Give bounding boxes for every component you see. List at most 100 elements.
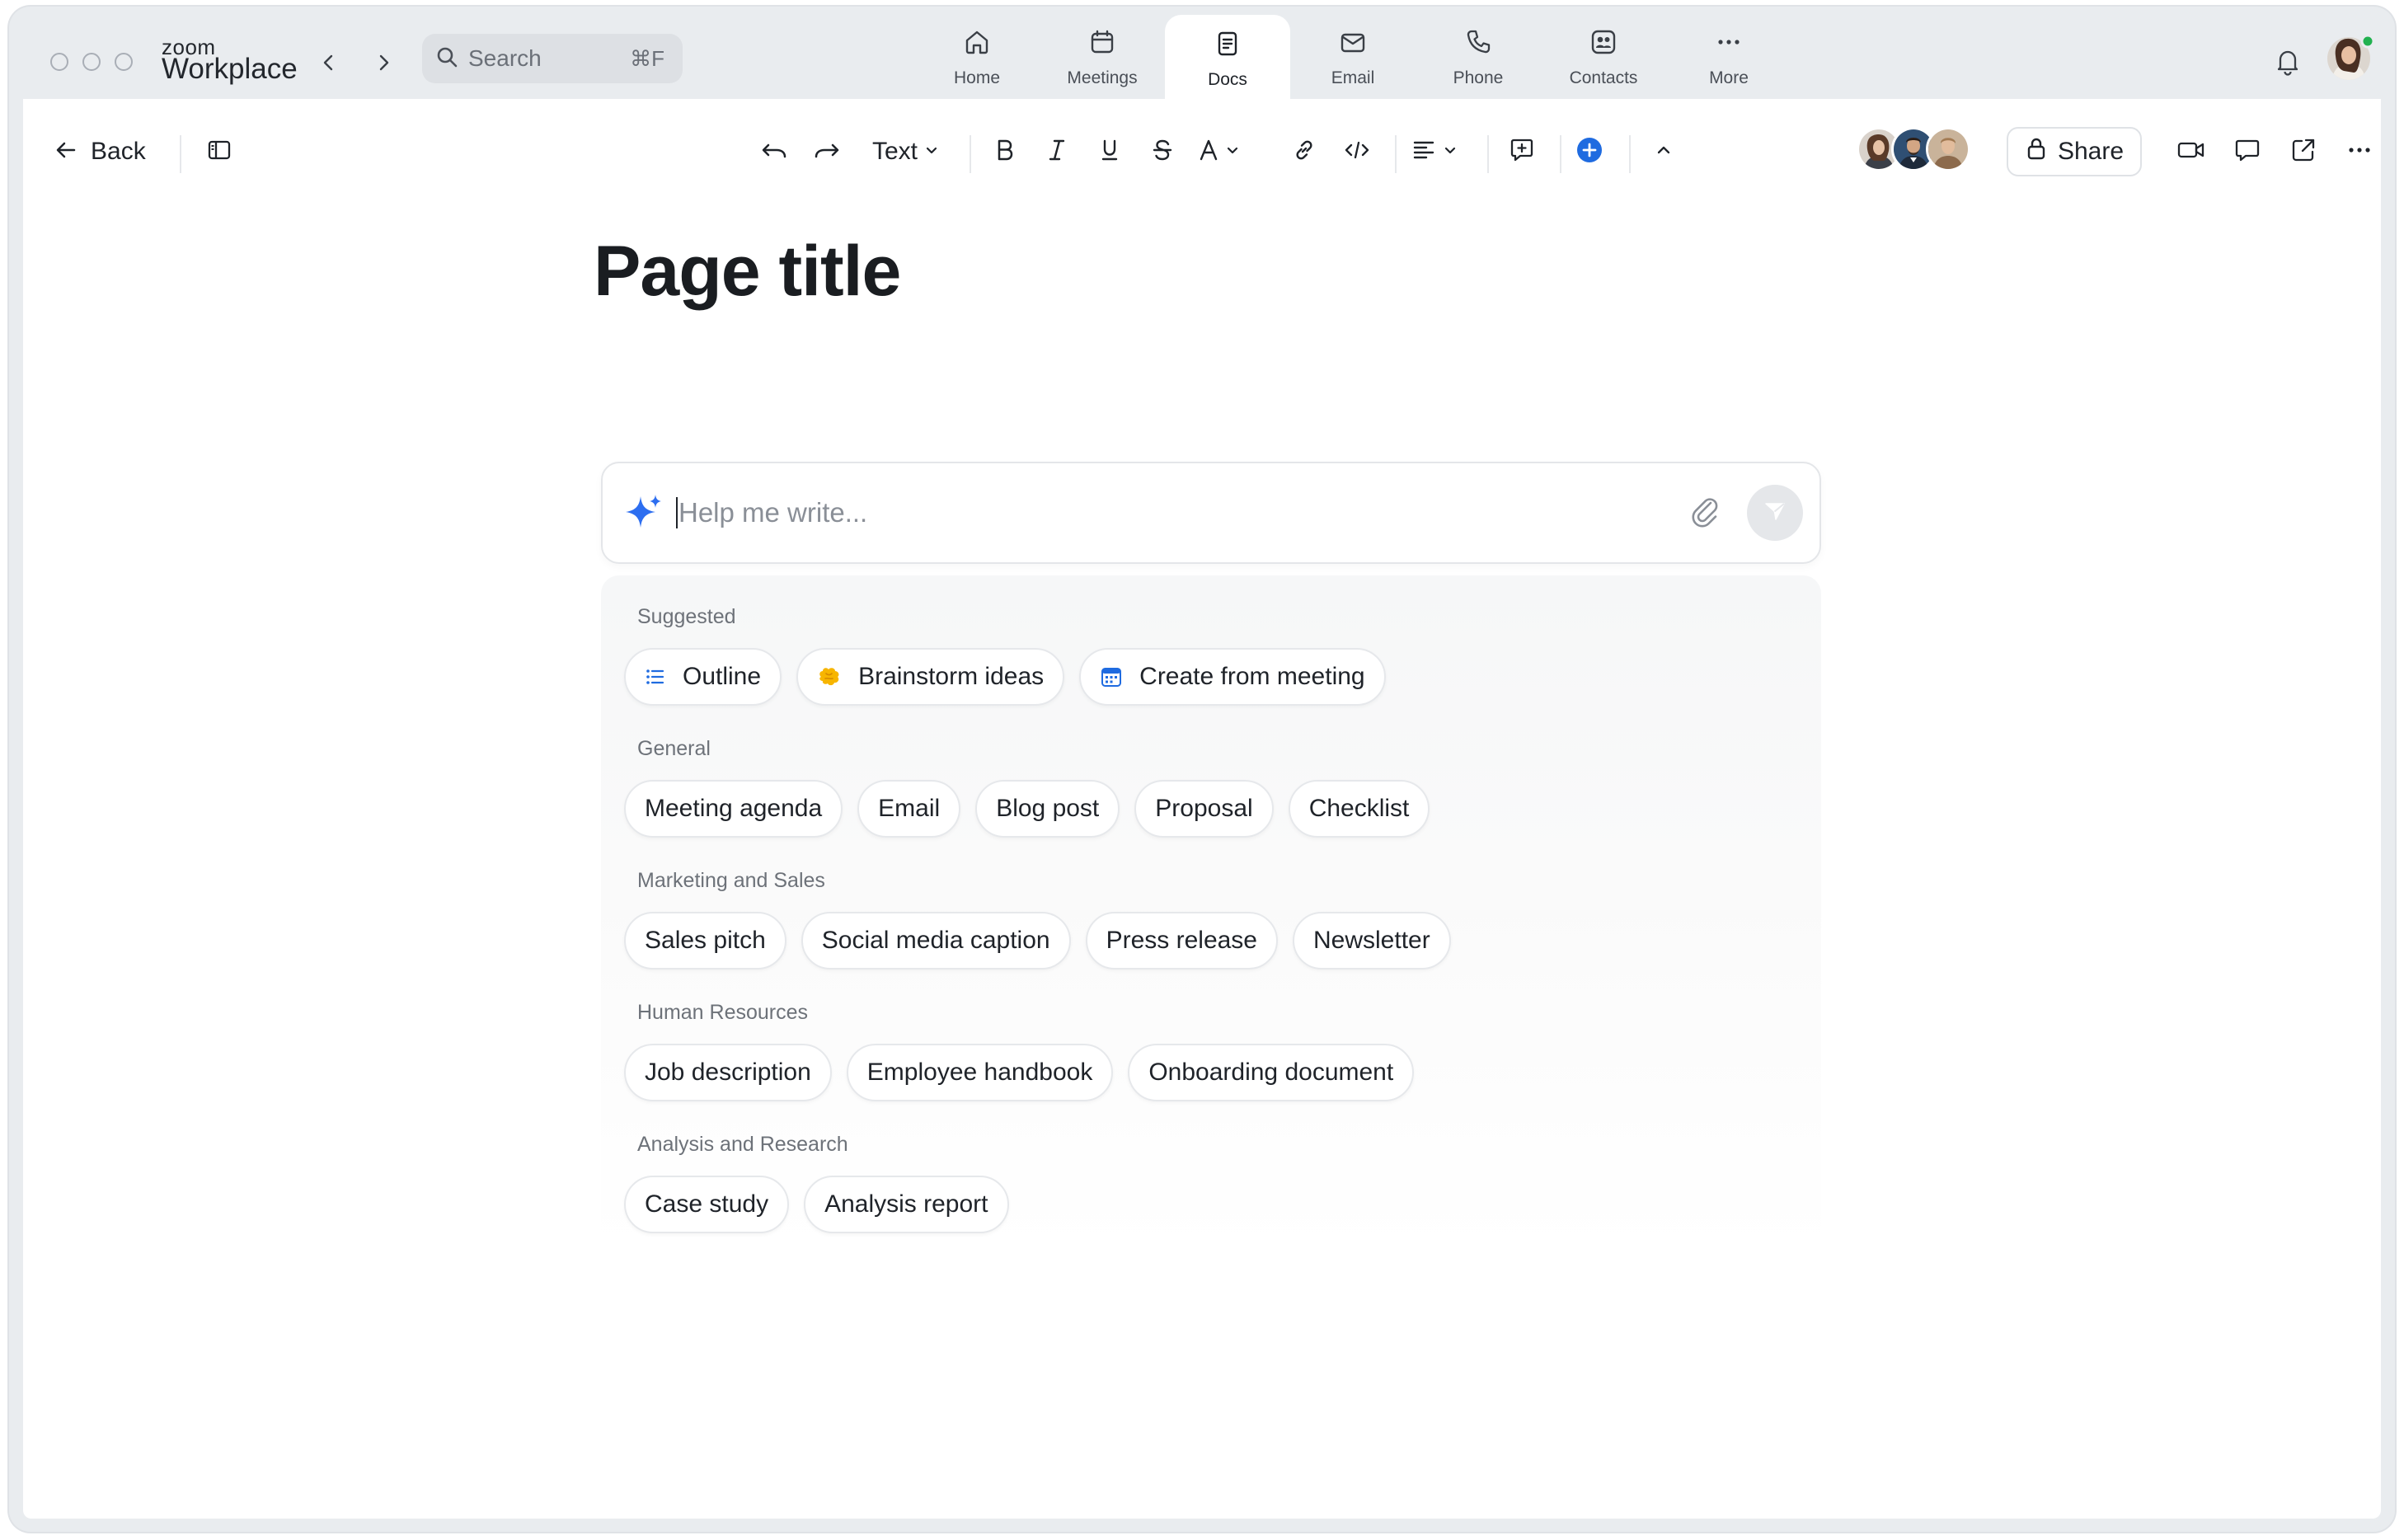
chip-newsletter[interactable]: Newsletter	[1293, 912, 1451, 970]
redo-button[interactable]	[805, 129, 849, 175]
window-close-button[interactable]	[50, 53, 68, 71]
tab-contacts[interactable]: Contacts	[1541, 13, 1666, 99]
chip-label: Checklist	[1308, 795, 1410, 822]
undo-button[interactable]	[752, 129, 796, 175]
chip-label: Meeting agenda	[645, 795, 823, 822]
chip-social-media-caption[interactable]: Social media caption	[801, 912, 1071, 970]
italic-icon	[1045, 138, 1068, 167]
back-button[interactable]: Back	[54, 129, 146, 175]
video-meeting-button[interactable]	[2170, 129, 2213, 175]
chip-label: Newsletter	[1313, 927, 1430, 954]
tab-phone[interactable]: Phone	[1416, 13, 1541, 99]
section-label-general: General	[637, 737, 711, 760]
font-color-icon	[1197, 138, 1220, 167]
bold-button[interactable]	[984, 129, 1024, 175]
tab-home[interactable]: Home	[914, 13, 1040, 99]
chip-label: Employee handbook	[866, 1059, 1093, 1086]
page-title[interactable]: Page title	[594, 231, 901, 312]
notifications-bell-icon[interactable]	[2270, 43, 2306, 79]
toolbar-divider	[180, 135, 181, 173]
toggle-sidebar-button[interactable]	[196, 129, 242, 175]
tab-meetings-label: Meetings	[1067, 68, 1138, 87]
search-icon	[435, 45, 458, 73]
add-comment-button[interactable]	[1500, 129, 1543, 175]
chip-checklist[interactable]: Checklist	[1288, 780, 1430, 838]
share-button[interactable]: Share	[2007, 127, 2142, 176]
chevron-up-icon	[1655, 141, 1673, 163]
chevron-down-icon	[1443, 143, 1458, 162]
chip-blog-post[interactable]: Blog post	[975, 780, 1120, 838]
ai-prompt-input[interactable]	[678, 495, 1651, 531]
chip-employee-handbook[interactable]: Employee handbook	[846, 1044, 1114, 1101]
chip-analysis-report[interactable]: Analysis report	[804, 1176, 1009, 1233]
chips-general: Meeting agenda Email Blog post Proposal …	[624, 780, 1430, 838]
insert-block-button[interactable]	[1568, 129, 1611, 175]
tab-home-label: Home	[953, 68, 1001, 87]
chip-label: Proposal	[1155, 795, 1253, 822]
tab-phone-label: Phone	[1453, 68, 1504, 87]
strikethrough-button[interactable]	[1143, 129, 1182, 175]
chip-label: Onboarding document	[1148, 1059, 1394, 1086]
tab-email[interactable]: Email	[1290, 13, 1416, 99]
chip-meeting-agenda[interactable]: Meeting agenda	[624, 780, 843, 838]
search-shortcut: ⌘F	[630, 45, 664, 71]
toolbar-divider	[1395, 135, 1397, 173]
toolbar-divider	[1560, 135, 1561, 173]
chip-label: Brainstorm ideas	[858, 663, 1045, 690]
strikethrough-icon	[1151, 138, 1174, 167]
chip-email[interactable]: Email	[857, 780, 961, 838]
chip-brainstorm-ideas[interactable]: Brainstorm ideas	[796, 648, 1065, 706]
chip-outline[interactable]: Outline	[624, 648, 782, 706]
text-style-dropdown[interactable]: Text	[872, 129, 939, 175]
chip-press-release[interactable]: Press release	[1085, 912, 1278, 970]
text-color-dropdown[interactable]	[1197, 129, 1240, 175]
chips-analysis-research: Case study Analysis report	[624, 1176, 1009, 1233]
code-button[interactable]	[1337, 129, 1377, 175]
window-minimize-button[interactable]	[82, 53, 101, 71]
section-label-marketing-sales: Marketing and Sales	[637, 869, 825, 892]
external-link-icon	[2290, 137, 2317, 167]
calendar-icon	[1100, 665, 1123, 688]
more-options-button[interactable]	[2338, 129, 2381, 175]
insert-link-button[interactable]	[1284, 129, 1324, 175]
attach-file-icon[interactable]	[1689, 495, 1722, 535]
ai-writer-box[interactable]	[601, 462, 1821, 564]
tab-docs[interactable]: Docs	[1165, 15, 1290, 101]
tab-more[interactable]: More	[1666, 13, 1791, 99]
chips-suggested: Outline Brainstorm ideas Create from mee…	[624, 648, 1386, 706]
italic-button[interactable]	[1037, 129, 1077, 175]
chip-case-study[interactable]: Case study	[624, 1176, 790, 1233]
list-icon	[645, 667, 666, 687]
chip-label: Job description	[645, 1059, 811, 1086]
nav-forward-arrow-icon[interactable]	[367, 46, 400, 79]
text-cursor	[676, 497, 678, 528]
lock-icon	[2025, 136, 2048, 167]
underline-button[interactable]	[1090, 129, 1129, 175]
chip-job-description[interactable]: Job description	[624, 1044, 832, 1101]
tab-meetings[interactable]: Meetings	[1040, 13, 1165, 99]
window-zoom-button[interactable]	[115, 53, 133, 71]
arrow-left-icon	[54, 139, 77, 166]
send-icon	[1763, 499, 1787, 528]
global-search[interactable]: Search ⌘F	[422, 34, 683, 83]
nav-back-arrow-icon[interactable]	[312, 46, 345, 79]
chat-button[interactable]	[2226, 129, 2269, 175]
brand-workplace-label: Workplace	[162, 53, 298, 85]
collaborator-avatar[interactable]	[1926, 127, 1970, 171]
profile-avatar[interactable]	[2326, 31, 2377, 82]
chip-proposal[interactable]: Proposal	[1134, 780, 1274, 838]
collapse-toolbar-button[interactable]	[1644, 129, 1683, 175]
phone-icon	[1464, 28, 1492, 60]
align-dropdown[interactable]	[1411, 129, 1458, 175]
plus-circle-icon	[1575, 136, 1603, 168]
video-camera-icon	[2176, 138, 2206, 167]
chevron-down-icon	[924, 143, 939, 162]
suggestions-panel: Suggested Outline Brainstorm ideas Creat…	[601, 575, 1821, 1251]
chip-create-from-meeting[interactable]: Create from meeting	[1079, 648, 1386, 706]
brain-icon	[817, 666, 842, 688]
chip-onboarding-document[interactable]: Onboarding document	[1128, 1044, 1415, 1101]
chip-sales-pitch[interactable]: Sales pitch	[624, 912, 786, 970]
open-in-new-window-button[interactable]	[2282, 129, 2325, 175]
send-button[interactable]	[1747, 485, 1803, 541]
app-window: zoom Workplace Search ⌘F Home Meetings D…	[9, 7, 2395, 1532]
